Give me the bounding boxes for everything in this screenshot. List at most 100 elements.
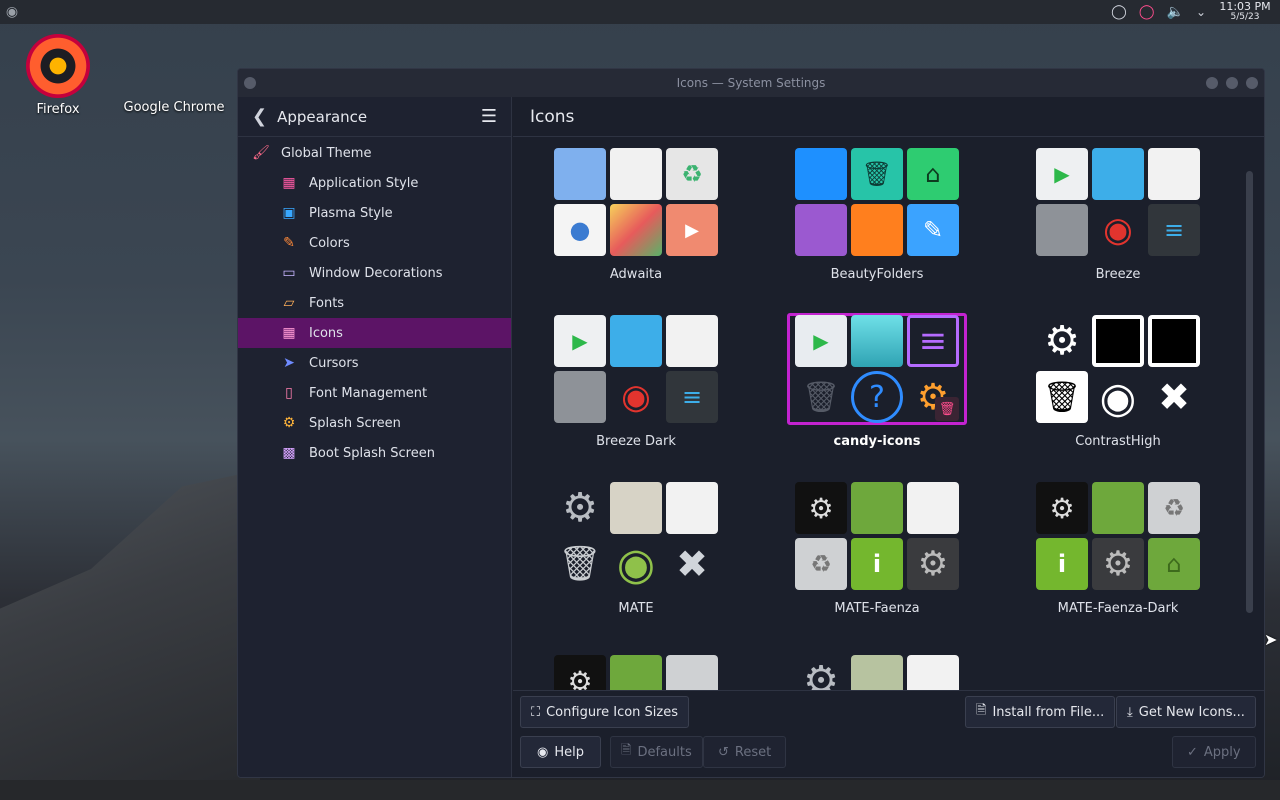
sidebar-item-fonts[interactable]: ▱ Fonts [238,288,511,318]
desktop-ground [0,780,1280,800]
sidebar-item-label: Boot Splash Screen [309,445,435,461]
icon-theme-tile-candy-icons[interactable]: ▶ ≡ 🗑 ? ⚙ 🗑 candy-icons [787,313,967,473]
window-titlebar[interactable]: Icons — System Settings [238,69,1264,97]
theme-preview: ⚙ 🗑 ◉ ✖ [1028,313,1208,425]
help-button[interactable]: ◉ Help [520,736,601,768]
desktop-icon-firefox[interactable]: Firefox [22,34,94,117]
desktop-icon-google-chrome[interactable]: Google Chrome [122,100,226,115]
icon-theme-tile-beautyfolders[interactable]: 🗑 ⌂ ✎ BeautyFolders [787,146,967,306]
sidebar-item-label: Application Style [309,175,419,191]
document-icon: ≡ [907,315,959,367]
settings-gear-icon: ⚙ [554,655,606,690]
brush-icon: 🖌 [252,145,270,161]
sidebar-item-colors[interactable]: ✎ Colors [238,228,511,258]
sidebar-item-plasma-style[interactable]: ▣ Plasma Style [238,198,511,228]
desktop-icon-label: Google Chrome [123,100,225,115]
document-icon [666,315,718,367]
get-new-icons-button[interactable]: ⤓ Get New Icons... [1116,696,1256,728]
document-icon [907,655,959,690]
icon-theme-tile-mate[interactable]: ⚙ 🗑 ◉ ✖ MATE [546,480,726,640]
html-file-icon: ● [554,204,606,256]
system-settings-window: Icons — System Settings ❮ Appearance ☰ 🖌… [237,68,1265,778]
desktop-icon-label: Firefox [36,102,80,117]
chevron-down-icon[interactable]: ⌄ [1196,5,1206,19]
reset-button[interactable]: ↺ Reset [703,736,787,768]
sidebar-item-cursors[interactable]: ➤ Cursors [238,348,511,378]
trash-icon: 🗑 [558,544,602,584]
icon-theme-tile-mate-faenza[interactable]: ⚙ ♻ i ⚙ MATE-Faenza [787,480,967,640]
icon-theme-tile-mate-faenza-dark[interactable]: ⚙ ♻ i ⚙ ⌂ MATE-Faenza-Dark [1028,480,1208,640]
theme-name: MATE-Faenza-Dark [1057,601,1179,616]
theme-name: candy-icons [833,434,921,449]
volume-muted-icon[interactable]: 🔈 [1167,4,1184,20]
hamburger-menu-icon[interactable]: ☰ [481,106,497,127]
folder-home-icon: ⌂ [907,148,959,200]
document-icon [610,148,662,200]
theme-preview: ⚙ [546,648,726,690]
folder-icon [851,655,903,690]
trash-icon: ♻ [1148,482,1200,534]
theme-preview: ⚙ ♻ i ⚙ ⌂ [1028,480,1208,592]
sidebar-header: ❮ Appearance ☰ [238,97,511,137]
font-management-icon: ▯ [285,385,293,401]
install-from-file-button[interactable]: 🗎 Install from File... [965,696,1116,728]
sidebar-item-splash-screen[interactable]: ⚙ Splash Screen [238,408,511,438]
plasma-style-icon: ▣ [282,205,296,221]
info-icon: i [851,538,903,590]
sidebar-item-window-decorations[interactable]: ▭ Window Decorations [238,258,511,288]
grid-scrollbar[interactable] [1246,171,1253,613]
back-arrow-icon[interactable]: ❮ [252,106,267,127]
folder-icon [554,148,606,200]
help-icon: ? [851,371,903,423]
theme-name: Adwaita [609,267,663,282]
digital-clock[interactable]: 11:03 PM 5/5/23 [1218,1,1272,23]
image-file-icon [610,204,662,256]
button-label: Apply [1203,744,1241,760]
delete-theme-icon[interactable]: 🗑 [935,397,959,421]
folder-pictures-icon [851,204,903,256]
app-launcher-icon[interactable]: ◉ [0,0,24,24]
system-tray: ◯ ◯ 🔈 ⌄ 11:03 PM 5/5/23 [1111,0,1280,24]
user-icon[interactable]: ◯ [1111,4,1127,20]
button-label: Help [554,744,584,760]
folder-icon [610,315,662,367]
settings-gear-icon: ⚙ [1044,318,1080,364]
button-label: Configure Icon Sizes [546,704,679,720]
theme-name: BeautyFolders [830,267,924,282]
configure-icon-sizes-button[interactable]: ⛶ Configure Icon Sizes [520,696,690,728]
sidebar-item-label: Cursors [309,355,359,371]
icon-theme-tile-breeze[interactable]: ▶ ◉ ≡ Breeze [1028,146,1208,306]
maximize-button[interactable] [1226,77,1238,89]
trash-icon [554,371,606,423]
window-menu-icon[interactable] [244,77,256,89]
icon-theme-tile-breeze-dark[interactable]: ▶ ◉ ≡ Breeze Dark [546,313,726,473]
folder-desktop-icon [795,204,847,256]
sidebar-item-global-theme[interactable]: 🖌 Global Theme [238,138,511,168]
download-icon: ⤓ [1127,704,1133,720]
sidebar-item-font-management[interactable]: ▯ Font Management [238,378,511,408]
folder-icon [851,482,903,534]
sidebar-item-label: Font Management [309,385,428,401]
folder-edit-icon: ✎ [907,204,959,256]
icon-theme-tile-partial[interactable]: ⚙ [546,648,726,690]
sidebar-item-label: Window Decorations [309,265,443,281]
trash-icon: ♻ [795,538,847,590]
icon-theme-tile-partial[interactable]: ⚙ [787,648,967,690]
minimize-button[interactable] [1206,77,1218,89]
icon-theme-tile-contrasthigh[interactable]: ⚙ 🗑 ◉ ✖ ContrastHigh [1028,313,1208,473]
info-icon: i [1036,538,1088,590]
settings-gear-icon: ⚙ [1036,482,1088,534]
close-button[interactable] [1246,77,1258,89]
user-switch-icon[interactable]: ◯ [1139,4,1155,20]
media-player-icon: ▶ [795,315,847,367]
button-label: Install from File... [992,704,1105,720]
folder-icon [795,148,847,200]
defaults-button[interactable]: 🗎 Defaults [610,736,703,768]
desktop-wallpaper-mountain [0,470,260,800]
sidebar-item-boot-splash-screen[interactable]: ▩ Boot Splash Screen [238,438,511,468]
apply-button[interactable]: ✓ Apply [1172,736,1256,768]
help-lifebuoy-icon: ◉ [1099,372,1137,422]
sidebar-item-application-style[interactable]: ▦ Application Style [238,168,511,198]
sidebar-item-icons[interactable]: ▦ Icons [238,318,511,348]
icon-theme-tile-adwaita[interactable]: ♻ ● ▶ Adwaita [546,146,726,306]
